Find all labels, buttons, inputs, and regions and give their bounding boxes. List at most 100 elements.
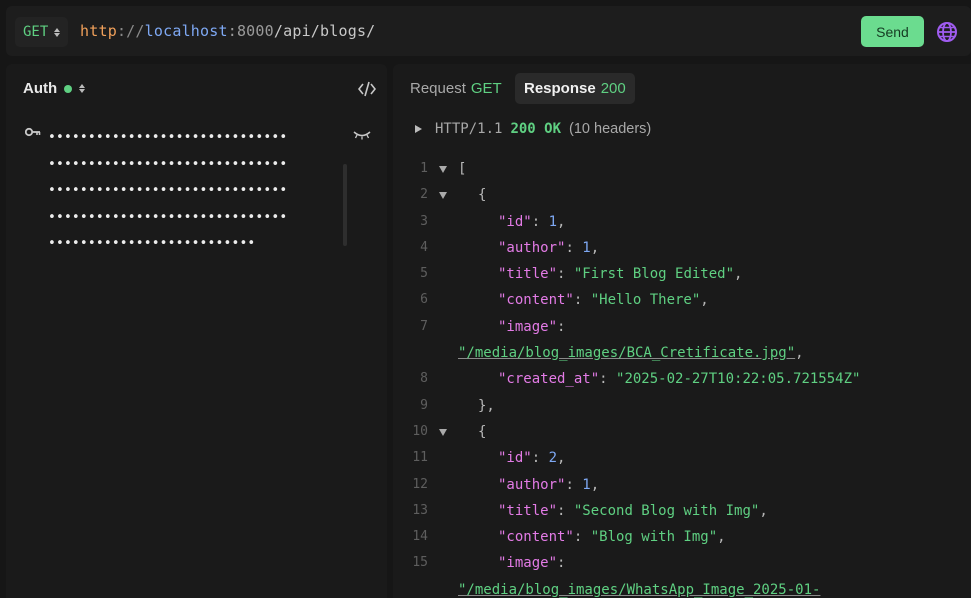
json-punct: : xyxy=(557,318,574,335)
json-punct: : xyxy=(599,371,617,388)
json-string-value: "/media/blog_images/WhatsApp_Image_2025-… xyxy=(458,581,821,598)
code-line: 6 "content": "Hello There", xyxy=(393,287,971,313)
code-text: "title": "Second Blog with Img", xyxy=(498,498,768,524)
auth-panel: Auth •••••••••••••••••••••••••••••• ••••… xyxy=(6,64,387,598)
json-string-value: "First Blog Edited" xyxy=(573,266,735,283)
tab-request[interactable]: Request GET xyxy=(401,73,511,104)
url-path: /api/blogs/ xyxy=(273,22,376,40)
json-string-value: "Blog with Img" xyxy=(590,529,718,546)
token-line: •••••••••••••••••••••••••••••• xyxy=(48,130,288,145)
json-number-value: 2 xyxy=(548,450,558,467)
code-text: { xyxy=(478,182,486,208)
line-number: 3 xyxy=(420,213,428,229)
json-punct: , xyxy=(590,476,600,493)
line-number: 1 xyxy=(420,161,428,176)
code-line: 2{ xyxy=(393,182,971,208)
eye-closed-icon[interactable] xyxy=(353,130,371,140)
code-text: }, xyxy=(478,393,495,419)
line-number: 8 xyxy=(420,371,428,387)
status-code: 200 OK xyxy=(510,121,562,137)
code-line: 7 "image": xyxy=(393,314,971,340)
line-number: 13 xyxy=(412,502,428,518)
fold-arrow-icon[interactable] xyxy=(439,428,447,436)
globe-icon[interactable] xyxy=(936,21,958,43)
json-punct: }, xyxy=(478,397,495,414)
json-key: "author" xyxy=(498,239,566,256)
chevron-updown-icon xyxy=(54,27,61,37)
url-input[interactable]: http://localhost:8000/api/blogs/ xyxy=(80,22,375,40)
code-icon[interactable] xyxy=(358,81,376,97)
send-button[interactable]: Send xyxy=(861,16,924,47)
tab-request-label: Request xyxy=(410,80,466,97)
code-line: 12 "author": 1, xyxy=(393,472,971,498)
json-punct: : xyxy=(573,529,591,546)
json-punct: : xyxy=(557,555,574,572)
json-punct: : xyxy=(557,502,574,519)
url-separator: :// xyxy=(116,22,145,40)
json-punct: { xyxy=(478,423,487,440)
json-number-value: 1 xyxy=(582,239,591,256)
line-number: 11 xyxy=(412,450,428,466)
tab-response-label: Response xyxy=(524,80,596,97)
code-line: 3 "id": 1, xyxy=(393,209,971,235)
auth-type-select[interactable]: Auth xyxy=(23,80,86,97)
code-text: "author": 1, xyxy=(498,235,599,261)
code-text: { xyxy=(478,419,486,445)
json-key: "image" xyxy=(498,555,558,572)
code-text: "image": xyxy=(498,314,574,340)
url-scheme: http xyxy=(80,22,117,40)
line-number: 9 xyxy=(420,397,428,413)
http-version: HTTP/1.1 xyxy=(435,121,503,137)
json-punct: : xyxy=(531,213,549,230)
json-punct: , xyxy=(557,213,566,230)
json-punct: : xyxy=(557,266,574,283)
code-line: 15 "image": xyxy=(393,550,971,576)
chevron-updown-icon xyxy=(79,84,86,93)
url-host: localhost xyxy=(144,22,228,40)
tab-response[interactable]: Response 200 xyxy=(515,73,635,104)
json-string-value: "/media/blog_images/BCA_Cretificate.jpg" xyxy=(458,345,796,362)
code-text: "created_at": "2025-02-27T10:22:05.72155… xyxy=(498,366,860,392)
line-number: 6 xyxy=(420,292,428,308)
json-key: "id" xyxy=(498,450,532,467)
code-text: "/media/blog_images/WhatsApp_Image_2025-… xyxy=(458,577,820,598)
json-punct: : xyxy=(565,476,583,493)
code-line: 14 "content": "Blog with Img", xyxy=(393,524,971,550)
json-string-value: "Hello There" xyxy=(590,292,701,309)
tab-request-method: GET xyxy=(470,80,502,97)
bearer-token-field[interactable]: •••••••••••••••••••••••••••••• •••••••••… xyxy=(48,125,328,258)
code-text: [ xyxy=(458,156,466,182)
json-number-value: 1 xyxy=(548,213,558,230)
json-key: "content" xyxy=(498,292,574,309)
json-punct: , xyxy=(795,345,804,362)
json-punct: , xyxy=(700,292,709,309)
fold-arrow-icon[interactable] xyxy=(439,166,447,173)
json-key: "created_at" xyxy=(498,371,600,388)
json-key: "image" xyxy=(498,318,558,335)
line-number: 2 xyxy=(420,187,428,203)
key-icon xyxy=(25,127,41,137)
json-number-value: 1 xyxy=(582,476,591,493)
scrollbar[interactable] xyxy=(343,164,347,246)
method-select[interactable]: GET xyxy=(15,17,69,47)
line-number: 4 xyxy=(420,239,428,255)
response-headers-toggle[interactable]: HTTP/1.1 200 OK (10 headers) xyxy=(415,121,651,137)
fold-arrow-icon[interactable] xyxy=(439,192,447,200)
code-line: 11 "id": 2, xyxy=(393,445,971,471)
url-port: :8000 xyxy=(227,22,274,40)
json-punct: , xyxy=(717,529,726,546)
json-punct: { xyxy=(478,187,487,204)
url-bar: GET http://localhost:8000/api/blogs/ Sen… xyxy=(6,6,971,56)
json-punct: [ xyxy=(458,161,467,177)
code-line: 1[ xyxy=(393,156,971,182)
code-text: "content": "Blog with Img", xyxy=(498,524,726,550)
code-text: "/media/blog_images/BCA_Cretificate.jpg"… xyxy=(458,340,804,366)
tab-response-status: 200 xyxy=(600,80,626,97)
headers-count: (10 headers) xyxy=(569,121,652,137)
code-line: 4 "author": 1, xyxy=(393,235,971,261)
token-line: •••••••••••••••••••••••••••••• xyxy=(48,156,288,172)
json-punct: : xyxy=(531,450,549,467)
code-line: 5 "title": "First Blog Edited", xyxy=(393,261,971,287)
triangle-right-icon xyxy=(415,125,422,133)
code-text: "author": 1, xyxy=(498,472,599,498)
